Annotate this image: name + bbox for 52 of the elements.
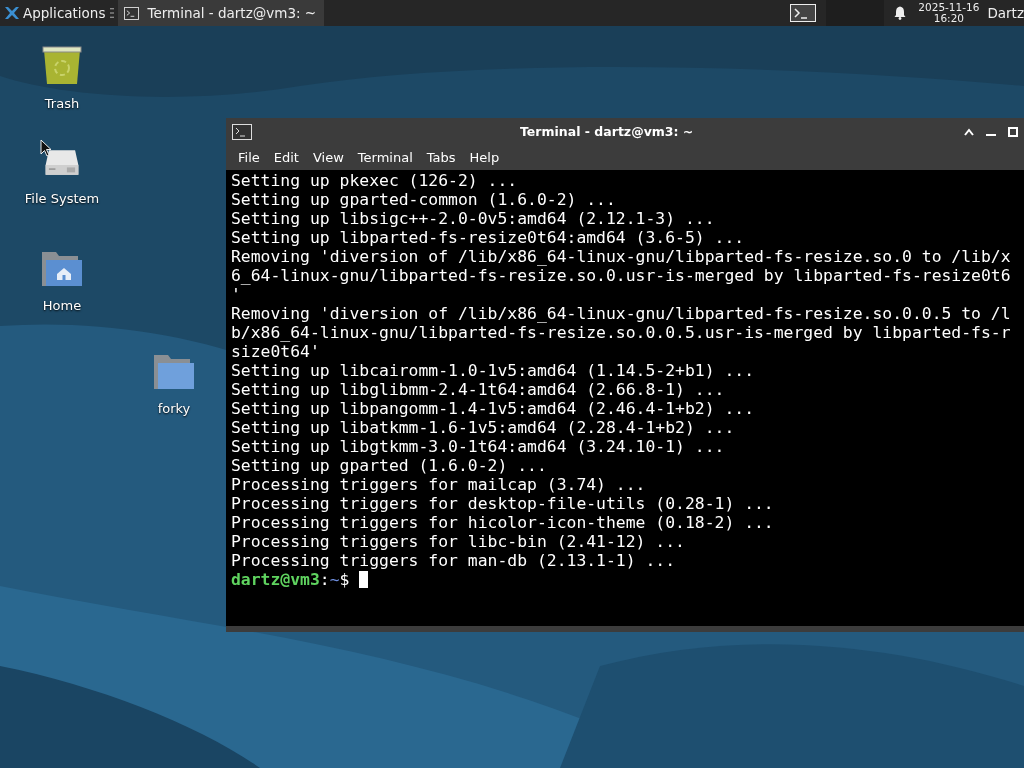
menu-item[interactable]: View [305,150,351,165]
terminal-line: Setting up libsigc++-2.0-0v5:amd64 (2.12.1-3) ... [231,209,715,228]
menu-item[interactable]: Edit [266,150,306,165]
terminal-line: Setting up libatkmm-1.6-1v5:amd64 (2.28.4-1+b2) ... [231,418,735,437]
bell-icon[interactable] [894,6,907,20]
desktop-icon-label[interactable]: Trash [44,96,80,111]
terminal-icon [232,123,252,140]
terminal-line: Setting up pkexec (126-2) ... [231,171,518,190]
prompt-path: ~ [329,570,340,589]
terminal-line: Setting up gparted (1.6.0-2) ... [231,456,547,475]
terminal-line: Processing triggers for desktop-file-utils (0.28-1) ... [231,494,774,513]
text-cursor [359,571,369,588]
taskbar-button[interactable]: Terminal - dartz@vm3: ~ [118,0,325,26]
mouse-pointer-icon [40,139,52,157]
desktop-icon-label[interactable]: File System [24,191,100,206]
maximize-icon[interactable] [1008,126,1018,137]
menu-item[interactable]: Help [462,150,507,165]
chevron-up-icon[interactable] [964,127,974,136]
clock[interactable]: 2025-11-16 16:20 [918,2,980,24]
desktop-icon-label[interactable]: forky [157,401,191,416]
prompt-user: dartz@vm3 [231,570,320,589]
terminal-line: Setting up gparted-common (1.6.0-2) ... [231,190,616,209]
terminal-icon[interactable] [790,4,817,22]
menu-item[interactable]: File [231,150,267,165]
prompt-separator: : [319,570,330,589]
menu-item[interactable]: Terminal [350,150,420,165]
logo-icon [4,5,20,21]
terminal-line: b/x86_64-linux-gnu/libparted-fs-resize.so.0.0.5.usr-is-merged by libparted-fs-r [231,323,1011,342]
terminal-line: Processing triggers for mailcap (3.74) ... [231,475,646,494]
terminal-line: Setting up libparted-fs-resize0t64:amd64 (3.6-5) ... [231,228,745,247]
applications-menu[interactable]: Applications [0,0,110,26]
terminal-line: Processing triggers for libc-bin (2.41-12) ... [231,532,685,551]
terminal-line: Setting up libcairomm-1.0-1v5:amd64 (1.14.5-2+b1) ... [231,361,754,380]
terminal-line: Removing 'diversion of /lib/x86_64-linux-gnu/libparted-fs-resize.so.0 to /lib/x [231,247,1011,266]
terminal-line: Setting up libglibmm-2.4-1t64:amd64 (2.66.8-1) ... [231,380,725,399]
terminal-line: Setting up libpangomm-1.4-1v5:amd64 (2.46.4-1+b2) ... [231,399,754,418]
workspace-switcher[interactable] [826,0,885,26]
user-menu[interactable]: Dartz [987,5,1024,21]
terminal-line: Processing triggers for hicolor-icon-theme (0.18-2) ... [231,513,774,532]
prompt-symbol: $ [339,570,350,589]
window-title: Terminal - dartz@vm3: ~ [520,124,694,139]
terminal-icon [124,6,140,20]
desktop-icon-label[interactable]: Home [42,298,82,313]
terminal-line: ' [231,285,241,304]
terminal-line: Processing triggers for man-db (2.13.1-1) ... [231,551,676,570]
terminal-line: Setting up libgtkmm-3.0-1t64:amd64 (3.24.10-1) ... [231,437,725,456]
handle-icon[interactable] [110,8,115,18]
terminal-line: 6_64-linux-gnu/libparted-fs-resize.so.0.usr-is-merged by libparted-fs-resize0t6 [231,266,1011,285]
terminal-line: Removing 'diversion of /lib/x86_64-linux-gnu/libparted-fs-resize.so.0.0.5 to /l [231,304,1011,323]
applications-label: Applications [23,5,106,21]
terminal-line: size0t64' [231,342,320,361]
menu-item[interactable]: Tabs [419,150,463,165]
